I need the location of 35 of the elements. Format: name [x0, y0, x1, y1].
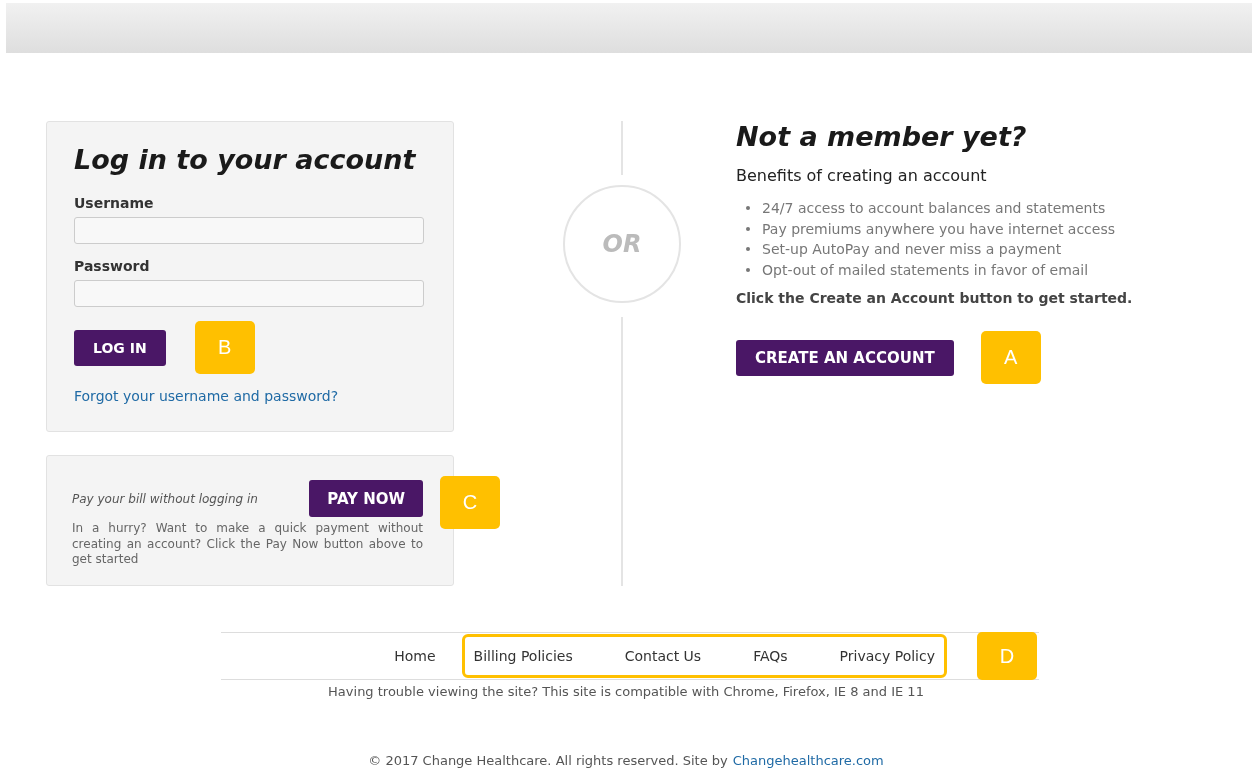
copyright-text: © 2017 Change Healthcare. All rights reserved. Site by: [368, 753, 728, 768]
bullet-icon: [746, 206, 750, 211]
pay-title: Pay your bill without logging in: [72, 491, 259, 506]
bullet-icon: [746, 247, 750, 252]
field-label: Username: [74, 195, 155, 211]
footer-link[interactable]: Privacy Policy: [813, 648, 944, 664]
input-field[interactable]: [74, 280, 424, 307]
callout-badge: A: [980, 331, 1041, 384]
callout-badge: D: [977, 632, 1037, 680]
callout-badge: C: [440, 476, 500, 529]
login-title: Log in to your account: [74, 144, 417, 175]
footer-link[interactable]: FAQs: [727, 648, 814, 664]
benefit-item: Pay premiums anywhere you have internet access: [762, 219, 1115, 239]
forgot-link[interactable]: Forgot your username and password?: [74, 388, 425, 404]
footer-link[interactable]: Home: [368, 648, 462, 664]
site-link[interactable]: Changehealthcare.com: [732, 753, 884, 768]
benefit-item: Set-up AutoPay and never miss a payment: [762, 240, 1062, 259]
benefits-heading: Benefits of creating an account: [736, 166, 988, 185]
benefit-item: 24/7 access to account balances and statements: [762, 199, 1106, 218]
login-button[interactable]: LOG IN: [74, 329, 166, 366]
instruction-text: Click the Create an Account button to get started.: [736, 290, 1133, 306]
bullet-icon: [746, 226, 750, 231]
field-label: Password: [74, 258, 151, 274]
pay-description: In a hurry? Want to make a quick payment without creating an account? Click the Pay Now button above to get started: [72, 521, 423, 568]
compatibility-note: Having trouble viewing the site? This site is compatible with Chrome, Firefox, IE 8 and IE 11: [328, 684, 924, 699]
signup-title: Not a member yet?: [736, 121, 1028, 152]
create-account-button[interactable]: CREATE AN ACCOUNT: [736, 339, 954, 376]
pay-now-button[interactable]: PAY NOW: [309, 480, 423, 517]
bullet-icon: [746, 267, 750, 272]
input-field[interactable]: [74, 217, 424, 244]
or-circle: OR: [563, 185, 681, 303]
footer-link[interactable]: Billing Policies: [464, 648, 599, 664]
benefit-item: Opt-out of mailed statements in favor of email: [762, 260, 1089, 280]
callout-badge: B: [194, 321, 255, 374]
footer-link[interactable]: Contact Us: [598, 648, 728, 664]
